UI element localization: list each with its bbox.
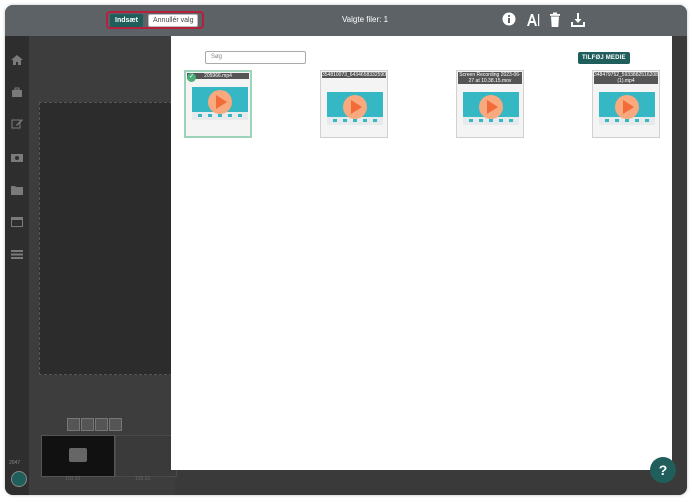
top-toolbar: Indsæt Annullér valg Valgte filer: 1: [5, 5, 687, 36]
timeline-toolbar: [67, 418, 125, 431]
paint-icon[interactable]: [81, 418, 94, 431]
insert-button[interactable]: Indsæt: [110, 14, 143, 27]
check-icon: ✓: [187, 73, 196, 82]
clip-caption: 105.31: [135, 476, 151, 482]
search-input[interactable]: Søg: [205, 51, 306, 64]
trash-icon[interactable]: [548, 12, 562, 28]
text-icon[interactable]: [526, 12, 540, 28]
camera-icon[interactable]: [11, 149, 23, 162]
delete-icon[interactable]: [95, 418, 108, 431]
video-thumbnail-icon: [192, 84, 248, 122]
sidebar: [5, 36, 29, 495]
list-icon[interactable]: [11, 246, 23, 259]
video-thumbnail-icon: [327, 89, 383, 127]
calendar-icon[interactable]: [11, 214, 23, 227]
timeline-clip[interactable]: [41, 435, 115, 477]
media-item-title: 205966.mp4: [187, 73, 249, 79]
media-item-title: Screen Recording 2023-06-27 at 10.38.15.…: [458, 72, 522, 84]
media-item-title: 354810073_643465833259020_43741818342255…: [322, 72, 386, 78]
selected-files-label: Valgte filer: 1: [341, 15, 389, 24]
add-media-button[interactable]: TILFØJ MEDIE: [578, 52, 630, 64]
cancel-selection-button[interactable]: Annullér valg: [148, 14, 199, 27]
avatar[interactable]: [11, 471, 27, 487]
help-button[interactable]: ?: [650, 457, 676, 483]
media-library-panel: Søg TILFØJ MEDIE 205966.mp4 ✓ 354810073_…: [171, 36, 672, 470]
app-window: Indsæt Annullér valg Valgte filer: 1 103…: [5, 5, 687, 495]
download-icon[interactable]: [570, 12, 585, 28]
edit-icon[interactable]: [11, 116, 23, 129]
bag-icon[interactable]: [11, 84, 23, 97]
small-label: 2047: [9, 460, 21, 466]
copy-icon[interactable]: [67, 418, 80, 431]
info-icon[interactable]: [502, 12, 516, 28]
chevron-right-icon[interactable]: [109, 418, 122, 431]
media-item-title: 348479752_593388251620869_68219994836516…: [594, 72, 658, 84]
editor-canvas[interactable]: [39, 102, 177, 375]
media-item[interactable]: 348479752_593388251620869_68219994836516…: [592, 70, 660, 138]
media-item[interactable]: 354810073_643465833259020_43741818342255…: [320, 70, 388, 138]
camera-icon: [69, 448, 87, 462]
home-icon[interactable]: [11, 52, 23, 65]
folder-icon[interactable]: [11, 182, 23, 195]
media-item[interactable]: Screen Recording 2023-06-27 at 10.38.15.…: [456, 70, 524, 138]
media-item[interactable]: 205966.mp4 ✓: [184, 70, 252, 138]
clip-caption: 103.33: [65, 476, 81, 482]
video-thumbnail-icon: [599, 89, 655, 127]
timeline-clip-empty[interactable]: [115, 435, 177, 477]
video-thumbnail-icon: [463, 89, 519, 127]
